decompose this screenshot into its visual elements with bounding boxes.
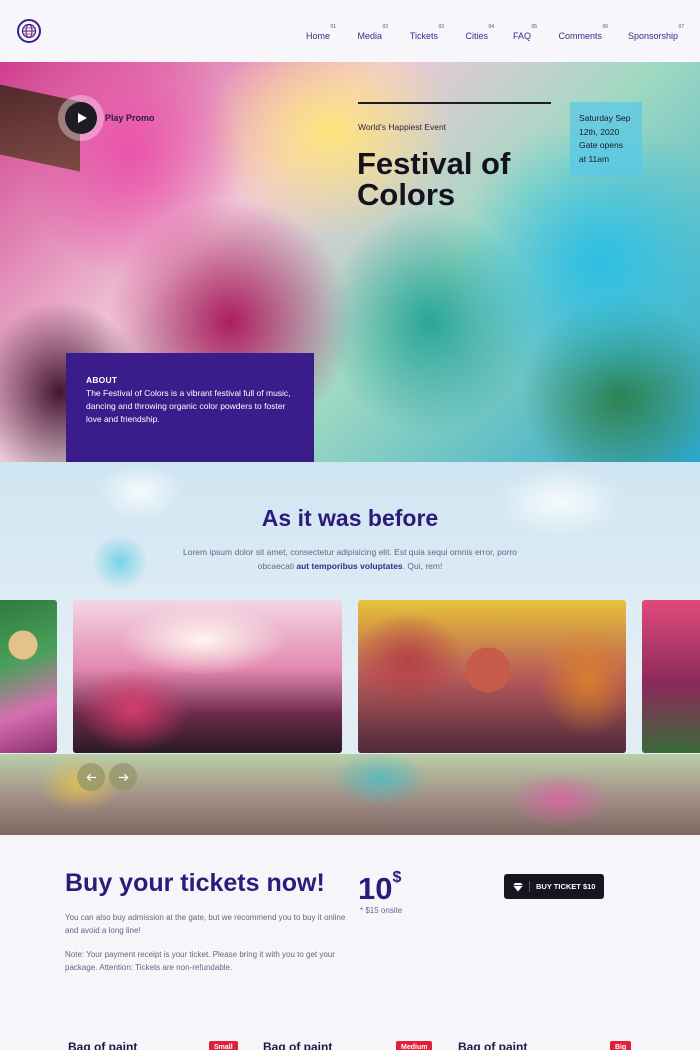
gallery-photo[interactable] [0,600,57,753]
nav-label: FAQ [512,31,531,41]
top-navigation: 01 Home 02 Media 03 Tickets 04 Cities 05… [0,0,700,62]
button-separator [529,881,530,892]
hero-title: Festival of Colors [357,148,557,210]
price-note: * $15 onsite [360,906,403,915]
diamond-icon [513,882,523,891]
nav-home[interactable]: 01 Home [305,24,336,42]
globe-logo-icon[interactable] [17,19,41,43]
nav-label: Sponsorship [627,31,678,41]
about-title: ABOUT [86,375,118,385]
price-value: 10 [358,871,393,906]
crowd-background-photo [0,754,700,835]
play-icon [65,102,97,134]
nav-number: 03 [438,24,444,30]
nav-media[interactable]: 02 Media [357,24,388,42]
bag-title: Bag of paint [263,1040,333,1050]
tickets-note: Note: Your payment receipt is your ticke… [65,950,335,972]
hero-title-line1: Festival of [357,146,511,181]
nav-number: 04 [488,24,494,30]
play-promo-button[interactable] [58,95,104,141]
nav-number: 07 [678,24,684,30]
nav-label: Media [357,31,382,41]
about-text: The Festival of Colors is a vibrant fest… [86,388,291,424]
arrow-left-icon [85,773,96,781]
buy-ticket-label: BUY TICKET $10 [536,882,596,891]
nav-faq[interactable]: 05 FAQ [512,24,537,42]
tickets-section: Buy your tickets now! You can also buy a… [0,835,700,1050]
nav-number: 06 [602,24,608,30]
nav-comments[interactable]: 06 Comments [558,24,608,42]
gallery-section: As it was before Lorem ipsum dolor sit a… [0,462,700,835]
tickets-description: You can also buy admission at the gate, … [65,913,346,935]
nav-label: Comments [558,31,602,41]
hero-section: Play Promo World’s Happiest Event Festiv… [0,62,700,462]
bag-title: Bag of paint [458,1040,528,1050]
hero-title-line2: Colors [357,177,456,212]
price-currency: $ [392,869,402,886]
event-date-box: Saturday Sep 12th, 2020 Gate opens at 11… [570,102,642,176]
buy-ticket-button[interactable]: BUY TICKET $10 [504,874,604,899]
ticket-price: 10$ [358,869,402,907]
gallery-text-part: . Qui, rem! [402,561,443,571]
date-line: Gate opens [579,140,623,150]
bag-size-badge: Big [610,1041,632,1050]
nav-tickets[interactable]: 03 Tickets [409,24,444,42]
nav-number: 05 [531,24,537,30]
gallery-text-bold: aut temporibus voluptates [296,561,403,571]
nav-label: Tickets [409,31,438,41]
nav-label: Home [305,31,330,41]
hero-divider [358,102,551,104]
date-line: Saturday Sep [579,113,631,123]
nav-number: 02 [382,24,388,30]
gallery-title: As it was before [261,505,439,531]
nav-cities[interactable]: 04 Cities [465,24,494,42]
nav-sponsorship[interactable]: 07 Sponsorship [627,24,684,42]
arrow-right-icon [118,773,129,781]
gallery-description: Lorem ipsum dolor sit amet, consectetur … [180,545,520,573]
date-line: at 11am [579,153,610,164]
date-line: 12th, 2020 [579,126,620,137]
tickets-title: Buy your tickets now! [65,869,325,897]
bag-title: Bag of paint [68,1040,138,1050]
carousel-prev-button[interactable] [77,763,105,791]
gallery-photo[interactable] [642,600,700,753]
carousel-next-button[interactable] [109,763,137,791]
play-promo-label[interactable]: Play Promo [105,113,155,123]
gallery-photo[interactable] [73,600,342,753]
about-box: ABOUT The Festival of Colors is a vibran… [66,353,314,462]
nav-number: 01 [330,24,336,30]
bag-size-badge: Medium [396,1041,433,1050]
nav-label: Cities [465,31,488,41]
globe-icon [21,23,37,39]
bag-size-badge: Small [209,1041,238,1050]
hero-kicker: World’s Happiest Event [358,122,447,132]
gallery-photo[interactable] [358,600,626,753]
